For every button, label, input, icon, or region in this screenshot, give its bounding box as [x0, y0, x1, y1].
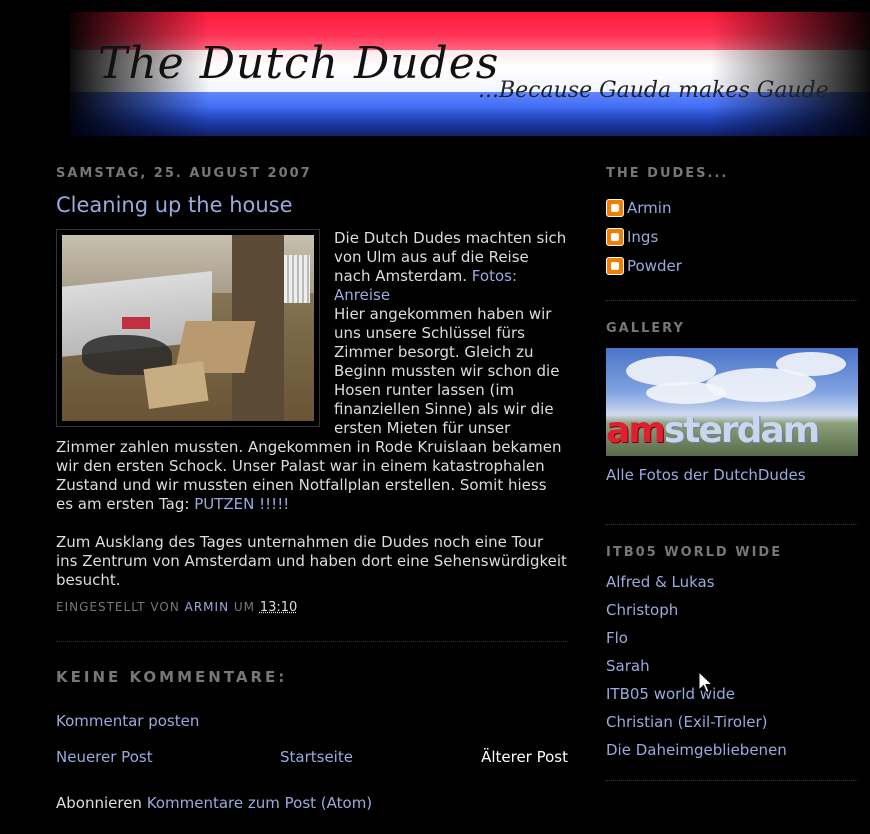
home-link[interactable]: Startseite	[280, 748, 353, 766]
subscribe-line: Abonnieren Kommentare zum Post (Atom)	[56, 794, 568, 812]
itb-link-christian[interactable]: Christian (Exil-Tiroler)	[606, 713, 768, 731]
dudes-widget: THE DUDES... Armin Ings Powder	[606, 166, 858, 301]
gallery-widget-title: GALLERY	[606, 321, 685, 336]
putzen-link[interactable]: PUTZEN !!!!!	[194, 495, 289, 513]
at-label: UM	[233, 600, 256, 614]
author-link[interactable]: ARMIN	[185, 600, 229, 614]
profile-item-ings[interactable]: Ings	[606, 222, 858, 251]
main-column: SAMSTAG, 25. AUGUST 2007 Cleaning up the…	[56, 166, 568, 812]
gallery-image[interactable]: amsterdam	[606, 348, 858, 456]
itb-link-list: Alfred & Lukas Christoph Flo Sarah ITB05…	[606, 572, 858, 768]
dudes-widget-title: THE DUDES...	[606, 166, 729, 181]
blogger-icon	[606, 198, 624, 217]
posted-by-label: EINGESTELLT VON	[56, 600, 180, 614]
itb-widget-title: ITB05 WORLD WIDE	[606, 545, 783, 560]
blogger-icon	[606, 256, 624, 275]
post-comment-link[interactable]: Kommentar posten	[56, 712, 199, 730]
itb-link-sarah[interactable]: Sarah	[606, 657, 650, 675]
blog-pager: Neuerer Post Startseite Älterer Post	[56, 748, 568, 768]
blogger-icon	[606, 227, 624, 246]
gallery-link[interactable]: Alle Fotos der DutchDudes	[606, 466, 858, 484]
itb-link-daheimgebliebenen[interactable]: Die Daheimgebliebenen	[606, 741, 787, 759]
post-text-intro: Die Dutch Dudes machten sich von Ulm aus…	[334, 229, 567, 285]
banner-shade-bottom	[70, 106, 870, 136]
post-photo[interactable]	[56, 229, 320, 427]
post-body: Die Dutch Dudes machten sich von Ulm aus…	[56, 229, 568, 590]
profile-link-ings[interactable]: Ings	[627, 228, 658, 246]
profile-item-armin[interactable]: Armin	[606, 193, 858, 222]
itb-link-christoph[interactable]: Christoph	[606, 601, 678, 619]
newer-post-link[interactable]: Neuerer Post	[56, 748, 153, 766]
post-time-link[interactable]: 13:10	[260, 600, 297, 615]
itb-link-flo[interactable]: Flo	[606, 629, 628, 647]
itb-link-itb05[interactable]: ITB05 world wide	[606, 685, 735, 703]
older-post-link[interactable]: Älterer Post	[481, 748, 568, 766]
subscribe-atom-link[interactable]: Kommentare zum Post (Atom)	[147, 794, 372, 812]
amsterdam-sign: amsterdam	[606, 410, 820, 451]
sidebar: THE DUDES... Armin Ings Powder GALLERY a…	[606, 166, 858, 801]
room-photo	[62, 235, 314, 421]
comments-header: KEINE KOMMENTARE:	[56, 668, 288, 686]
divider	[56, 641, 568, 642]
blog-tagline: ...Because Gauda makes Gaude	[478, 78, 829, 103]
mouse-cursor-icon	[698, 671, 714, 694]
itb-link-alfred-lukas[interactable]: Alfred & Lukas	[606, 573, 715, 591]
subscribe-label: Abonnieren	[56, 794, 142, 812]
blog-title[interactable]: The Dutch Dudes	[98, 38, 499, 89]
post-date: SAMSTAG, 25. AUGUST 2007	[56, 166, 312, 181]
post-text-closing: Zum Ausklang des Tages unternahmen die D…	[56, 533, 567, 589]
profile-link-powder[interactable]: Powder	[627, 257, 682, 275]
post-title[interactable]: Cleaning up the house	[56, 193, 568, 217]
post-footer: EINGESTELLT VON ARMIN UM 13:10	[56, 600, 568, 615]
profile-item-powder[interactable]: Powder	[606, 251, 858, 280]
profile-link-armin[interactable]: Armin	[627, 199, 671, 217]
itb-widget: ITB05 WORLD WIDE Alfred & Lukas Christop…	[606, 545, 858, 781]
gallery-widget: GALLERY amsterdam Alle Fotos der DutchDu…	[606, 321, 858, 525]
header-banner[interactable]: The Dutch Dudes ...Because Gauda makes G…	[70, 12, 870, 136]
